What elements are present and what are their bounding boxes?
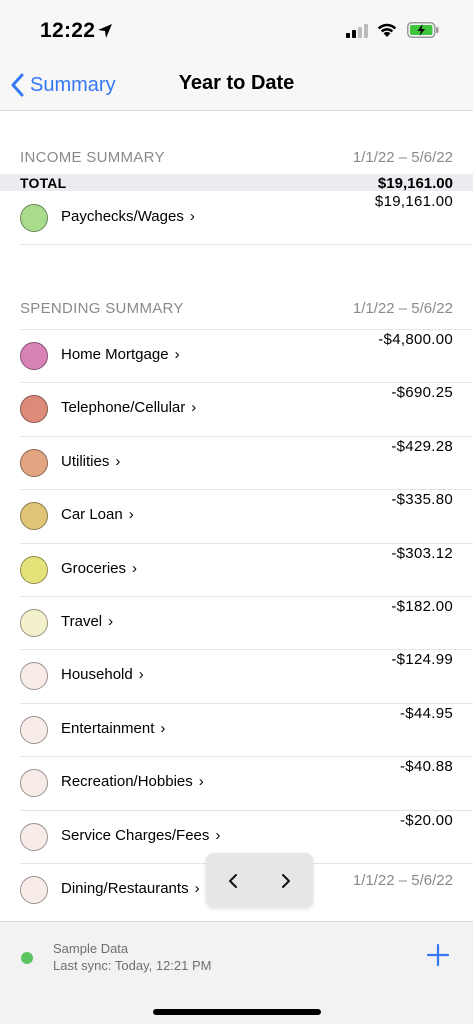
category-color-dot (20, 609, 48, 637)
chevron-right-icon: › (174, 346, 180, 363)
category-color-dot (20, 822, 48, 851)
row-separator (20, 489, 473, 491)
category-name: Paychecks/Wages (61, 208, 184, 225)
chevron-right-icon: › (138, 666, 144, 684)
spending-section-header: SPENDING SUMMARY 1/1/22 – 5/6/22 (20, 300, 453, 322)
cellular-signal-icon (346, 24, 368, 38)
category-name: Utilities (61, 452, 110, 470)
income-total-amount: $19,161.00 (377, 175, 453, 192)
category-amount: -$429.28 (391, 437, 453, 455)
category-amount: -$182.00 (391, 598, 453, 615)
category-name: Groceries (61, 559, 127, 577)
previous-page-button[interactable] (218, 867, 248, 895)
page-navigation-control (206, 853, 313, 908)
chevron-right-icon (282, 874, 290, 888)
divider (20, 244, 473, 245)
chevron-right-icon: › (132, 559, 138, 577)
row-separator (20, 329, 473, 330)
category-amount: -$20.00 (400, 811, 453, 829)
category-color-dot (20, 662, 48, 691)
category-amount: -$124.99 (391, 651, 453, 669)
category-name: Home Mortgage (61, 346, 169, 363)
chevron-right-icon: › (189, 208, 195, 225)
summary-list[interactable]: INCOME SUMMARY 1/1/22 – 5/6/22 TOTAL $19… (0, 111, 473, 921)
chevron-right-icon: › (215, 826, 221, 844)
last-sync-status: Last sync: Today, 12:21 PM (53, 958, 212, 973)
chevron-right-icon: › (191, 399, 197, 417)
category-name: Entertainment (61, 719, 155, 737)
category-name: Travel (61, 613, 103, 630)
category-amount: -$44.95 (400, 704, 453, 722)
category-name: Dining/Restaurants (61, 880, 189, 897)
category-name: Household (61, 666, 133, 684)
income-date-range: 1/1/22 – 5/6/22 (352, 149, 453, 166)
page-title: Year to Date (178, 72, 295, 94)
spending-date-range: 1/1/22 – 5/6/22 (352, 300, 453, 317)
category-name: Car Loan (61, 506, 123, 524)
chevron-right-icon: › (128, 506, 134, 524)
battery-charging-icon (407, 22, 439, 38)
spending-section-title: SPENDING SUMMARY (20, 300, 184, 317)
next-section-date-range: 1/1/22 – 5/6/22 (352, 872, 453, 889)
category-amount: $19,161.00 (374, 193, 453, 210)
row-separator (20, 756, 473, 758)
income-section-title: INCOME SUMMARY (20, 149, 165, 166)
income-total-label: TOTAL (20, 175, 67, 191)
row-separator (20, 542, 473, 544)
chevron-right-icon: › (198, 773, 204, 791)
row-separator (20, 702, 473, 704)
sync-status-dot (21, 952, 33, 964)
category-color-dot (20, 769, 48, 798)
category-color-dot (20, 448, 48, 477)
spending-item[interactable]: Home Mortgage › -$4,800.00 (0, 329, 473, 382)
income-total-row: TOTAL $19,161.00 (0, 174, 473, 192)
status-time: 12:22 (40, 19, 96, 42)
income-section-header: INCOME SUMMARY 1/1/22 – 5/6/22 (20, 149, 453, 171)
bottom-toolbar: Sample Data Last sync: Today, 12:21 PM (0, 921, 473, 1024)
row-separator (20, 649, 473, 651)
row-separator (20, 809, 473, 811)
spending-item[interactable]: Travel › -$182.00 (0, 596, 473, 649)
category-name: Telephone/Cellular (61, 399, 186, 417)
category-amount: -$303.12 (391, 544, 453, 562)
category-name: Recreation/Hobbies (61, 773, 193, 791)
next-page-button[interactable] (271, 867, 301, 895)
category-color-dot (20, 342, 48, 370)
category-amount: -$335.80 (391, 491, 453, 509)
chevron-left-icon (229, 874, 237, 888)
spending-item[interactable]: Telephone/Cellular › -$690.25 (0, 382, 473, 435)
row-separator (20, 596, 473, 597)
category-color-dot (20, 204, 48, 232)
spending-item[interactable]: Car Loan › -$335.80 (0, 489, 473, 542)
category-color-dot (20, 555, 48, 584)
spending-item[interactable]: Groceries › -$303.12 (0, 542, 473, 596)
data-file-name: Sample Data (53, 941, 129, 956)
category-amount: -$4,800.00 (378, 331, 453, 348)
chevron-right-icon: › (115, 452, 121, 470)
wifi-icon (377, 23, 397, 37)
category-color-dot (20, 395, 48, 424)
chevron-right-icon: › (108, 613, 114, 630)
navigation-bar: Summary Year to Date (0, 60, 473, 111)
category-color-dot (20, 502, 48, 531)
chevron-right-icon: › (194, 880, 200, 897)
location-arrow-icon (98, 24, 112, 38)
category-color-dot (20, 876, 48, 904)
plus-icon[interactable] (425, 942, 451, 968)
status-bar: 12:22 (0, 0, 473, 60)
category-amount: -$690.25 (391, 384, 453, 402)
row-separator (20, 382, 473, 384)
category-amount: -$40.88 (400, 758, 453, 776)
spending-item[interactable]: Utilities › -$429.28 (0, 435, 473, 489)
spending-item[interactable]: Entertainment › -$44.95 (0, 702, 473, 756)
row-separator (20, 435, 473, 437)
category-color-dot (20, 715, 48, 744)
chevron-right-icon: › (160, 719, 166, 737)
spending-item[interactable]: Household › -$124.99 (0, 649, 473, 702)
income-item-paychecks-wages[interactable]: Paychecks/Wages › $19,161.00 (0, 191, 473, 244)
category-name: Service Charges/Fees (61, 826, 210, 844)
home-indicator (153, 1009, 321, 1015)
spending-item[interactable]: Recreation/Hobbies › -$40.88 (0, 756, 473, 809)
